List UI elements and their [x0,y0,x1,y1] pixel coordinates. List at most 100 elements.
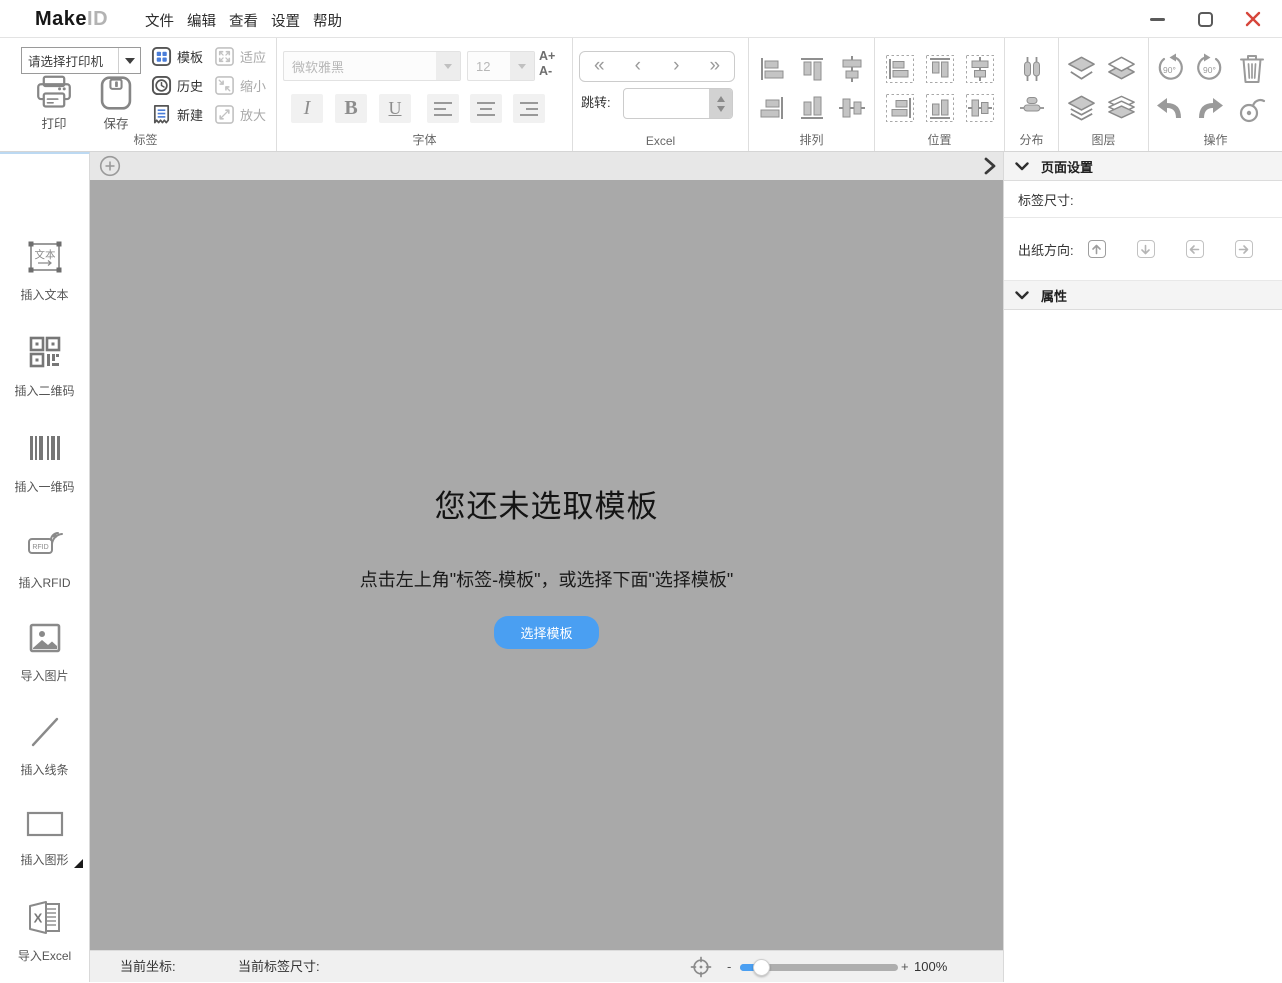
underline-button[interactable]: U [379,94,411,123]
new-doc-icon [151,104,172,125]
import-image-label: 导入图片 [20,667,68,684]
align-center-button[interactable] [470,94,502,123]
arrange-align-top-button[interactable] [795,52,828,85]
position-top-icon [925,54,955,84]
arrow-down-icon [1140,244,1151,255]
template-button[interactable]: 模板 [151,44,203,68]
font-size-select[interactable]: 12 [467,51,535,81]
position-vcenter-button[interactable] [963,91,996,124]
paper-direction-row: 出纸方向: [1004,218,1282,281]
app-logo: MakeID [35,8,108,31]
zoom-out-step-button[interactable]: - [727,951,731,983]
arrange-align-hcenter-button[interactable] [835,52,868,85]
fit-button[interactable]: 适应 [214,44,266,68]
arrange-align-left-button[interactable] [755,52,788,85]
paper-direction-left-button[interactable] [1186,240,1204,258]
chevron-down-icon [444,64,452,69]
distribute-h-button[interactable] [1015,52,1048,85]
properties-header[interactable]: 属性 [1004,281,1282,310]
import-excel-tool[interactable]: X 导入Excel [0,897,89,964]
new-button[interactable]: 新建 [151,102,203,126]
crosshair-icon [690,956,712,978]
canvas-region: 您还未选取模板 点击左上角"标签-模板"，或选择下面"选择模板" 选择模板 当前… [90,152,1003,982]
toolbar-group-operation: 90° 90° [1149,38,1282,151]
position-hcenter-button[interactable] [963,52,996,85]
excel-next-button[interactable]: › [657,52,696,81]
arrange-align-bottom-button[interactable] [795,91,828,124]
printer-select[interactable]: 请选择打印机 [21,47,141,74]
choose-template-button[interactable]: 选择模板 [494,616,598,649]
maximize-button[interactable] [1190,4,1220,34]
print-button[interactable]: 打印 [25,74,83,132]
rotate-ccw-button[interactable]: 90° [1153,52,1186,85]
font-size-arrow [510,52,534,80]
excel-last-button[interactable]: » [696,52,735,81]
align-left-button[interactable] [427,94,459,123]
position-bottom-button[interactable] [923,91,956,124]
rotate-cw-button[interactable]: 90° [1193,52,1226,85]
paper-direction-up-button[interactable] [1088,240,1106,258]
font-smaller-button[interactable]: A- [539,64,555,79]
excel-first-button[interactable]: « [580,52,619,81]
insert-rfid-tool[interactable]: RFID 插入RFID [0,524,89,591]
insert-barcode-tool[interactable]: 插入一维码 [0,428,89,495]
excel-icon-label: X [33,910,42,925]
layer-to-back-button[interactable] [1105,91,1138,124]
italic-button[interactable]: I [291,94,323,123]
unlock-button[interactable] [1235,91,1268,124]
jump-spinner[interactable] [709,89,732,118]
menu-edit[interactable]: 编辑 [187,10,216,31]
menu-file[interactable]: 文件 [145,10,174,31]
jump-input-field[interactable] [624,89,709,118]
save-label: 保存 [103,113,128,132]
insert-shape-tool[interactable]: 插入图形 [0,807,89,868]
paper-direction-down-button[interactable] [1137,240,1155,258]
position-left-button[interactable] [883,52,916,85]
delete-button[interactable] [1235,52,1268,85]
add-tab-button[interactable] [99,155,121,177]
layer-backward-button[interactable] [1105,52,1138,85]
insert-text-tool[interactable]: 文本 插入文本 [0,238,89,303]
qrcode-icon [25,332,65,372]
insert-line-tool[interactable]: 插入线条 [0,713,89,778]
zoom-slider-thumb[interactable] [753,959,770,976]
close-button[interactable] [1238,4,1268,34]
arrange-align-right-button[interactable] [755,91,788,124]
insert-qrcode-tool[interactable]: 插入二维码 [0,332,89,399]
collapse-panel-button[interactable] [983,157,997,175]
arrange-align-left-icon [757,54,787,84]
position-right-button[interactable] [883,91,916,124]
layer-to-front-button[interactable] [1065,91,1098,124]
bold-button[interactable]: B [335,94,367,123]
zoom-out-button[interactable]: 缩小 [214,73,266,97]
import-image-tool[interactable]: 导入图片 [0,619,89,684]
excel-prev-button[interactable]: ‹ [619,52,658,81]
save-button[interactable]: 保存 [87,74,145,132]
font-bigger-button[interactable]: A+ [539,49,555,64]
locate-button[interactable] [690,956,712,978]
layer-forward-button[interactable] [1065,52,1098,85]
menu-settings[interactable]: 设置 [271,10,300,31]
position-top-button[interactable] [923,52,956,85]
minimize-button[interactable] [1142,4,1172,34]
font-family-select[interactable]: 微软雅黑 [283,51,461,81]
title-bar: MakeID 文件 编辑 查看 设置 帮助 [0,0,1282,38]
align-right-button[interactable] [513,94,545,123]
empty-canvas-subtitle: 点击左上角"标签-模板"，或选择下面"选择模板" [360,566,734,592]
chevron-down-icon [1015,291,1029,300]
tool-sidebar: 文本 插入文本 插入二维码 [0,152,90,982]
zoom-in-button[interactable]: 放大 [214,102,266,126]
printer-select-arrow[interactable] [118,48,140,73]
history-button[interactable]: 历史 [151,73,203,97]
page-setup-header[interactable]: 页面设置 [1004,152,1282,181]
menu-help[interactable]: 帮助 [313,10,342,31]
undo-button[interactable] [1153,91,1186,124]
distribute-v-button[interactable] [1015,91,1048,124]
zoom-in-step-button[interactable]: + [901,951,909,983]
redo-button[interactable] [1193,91,1226,124]
arrange-align-vcenter-button[interactable] [835,91,868,124]
menu-view[interactable]: 查看 [229,10,258,31]
jump-input[interactable] [623,88,733,119]
zoom-slider[interactable] [740,964,898,971]
paper-direction-right-button[interactable] [1235,240,1253,258]
